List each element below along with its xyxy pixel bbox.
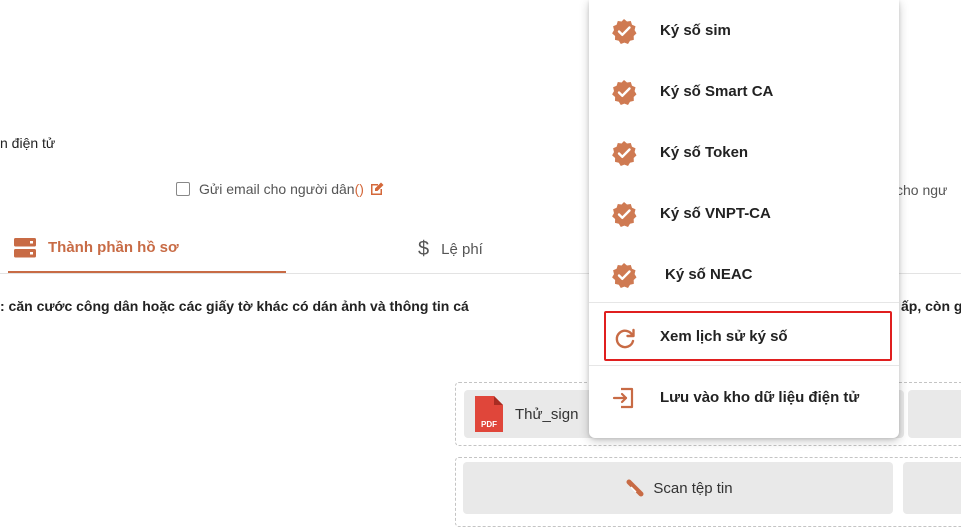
- menu-item-luu-vao-kho[interactable]: Lưu vào kho dữ liệu điện tử: [589, 372, 899, 422]
- menu-item-label: Lưu vào kho dữ liệu điện tử: [660, 388, 860, 406]
- menu-divider: [589, 365, 899, 366]
- section-label: n điện tử: [0, 135, 56, 151]
- scan-button-label: Scan tệp tin: [653, 479, 733, 497]
- server-icon: [14, 237, 36, 257]
- menu-divider: [589, 302, 899, 303]
- verified-badge-icon: [612, 263, 637, 288]
- menu-item-label: Xem lịch sử ký số: [660, 327, 788, 345]
- verified-badge-icon: [612, 202, 637, 227]
- document-description-clipped: ấp, còn g: [901, 298, 961, 314]
- email-checkbox-row[interactable]: Gửi email cho người dân(): [176, 181, 385, 197]
- tab-thanh-phan-ho-so[interactable]: Thành phần hồ sơ: [8, 224, 286, 274]
- email-checkbox-label: Gửi email cho người dân: [199, 181, 355, 197]
- tab-le-phi[interactable]: $ Lệ phí: [418, 224, 483, 274]
- menu-item-xem-lich-su-ky-so[interactable]: Xem lịch sử ký số: [604, 311, 892, 361]
- verified-badge-icon: [612, 19, 637, 44]
- tab-label: Thành phần hồ sơ: [48, 239, 179, 256]
- email-checkbox[interactable]: [176, 182, 190, 196]
- menu-item-label: Ký số Token: [660, 143, 749, 161]
- menu-item-label: Ký số NEAC: [665, 265, 753, 283]
- menu-item-ky-so-neac[interactable]: Ký số NEAC: [589, 249, 899, 299]
- menu-item-label: Ký số VNPT-CA: [660, 204, 771, 222]
- menu-item-ky-so-smart-ca[interactable]: Ký số Smart CA: [589, 66, 899, 116]
- menu-item-ky-so-vnpt-ca[interactable]: Ký số VNPT-CA: [589, 188, 899, 238]
- menu-item-label: Ký số sim: [660, 21, 731, 39]
- menu-item-label: Ký số Smart CA: [660, 82, 774, 100]
- refresh-icon: [615, 328, 635, 349]
- verified-badge-icon: [612, 80, 637, 105]
- verified-badge-icon: [612, 141, 637, 166]
- signing-dropdown-menu: Ký số sim Ký số Smart CA Ký số Token Ký …: [589, 0, 899, 438]
- tab-label: Lệ phí: [441, 240, 483, 258]
- pdf-file-icon: PDF: [475, 396, 503, 432]
- file-chip-secondary[interactable]: [908, 390, 961, 438]
- edit-icon[interactable]: [369, 181, 385, 197]
- document-description: : căn cước công dân hoặc các giấy tờ khá…: [0, 298, 469, 314]
- right-clipped-text: cho ngư: [896, 182, 948, 198]
- paperclip-icon: [626, 479, 644, 497]
- svg-text:PDF: PDF: [481, 420, 497, 429]
- menu-item-ky-so-token[interactable]: Ký số Token: [589, 127, 899, 177]
- scan-secondary-button[interactable]: [903, 462, 961, 514]
- dollar-icon: $: [418, 237, 430, 260]
- menu-item-ky-so-sim[interactable]: Ký số sim: [589, 5, 899, 55]
- email-paren: (): [354, 181, 364, 197]
- scan-file-button[interactable]: Scan tệp tin: [463, 462, 893, 514]
- sign-in-icon: [612, 387, 634, 409]
- file-name: Thử_sign: [515, 405, 579, 423]
